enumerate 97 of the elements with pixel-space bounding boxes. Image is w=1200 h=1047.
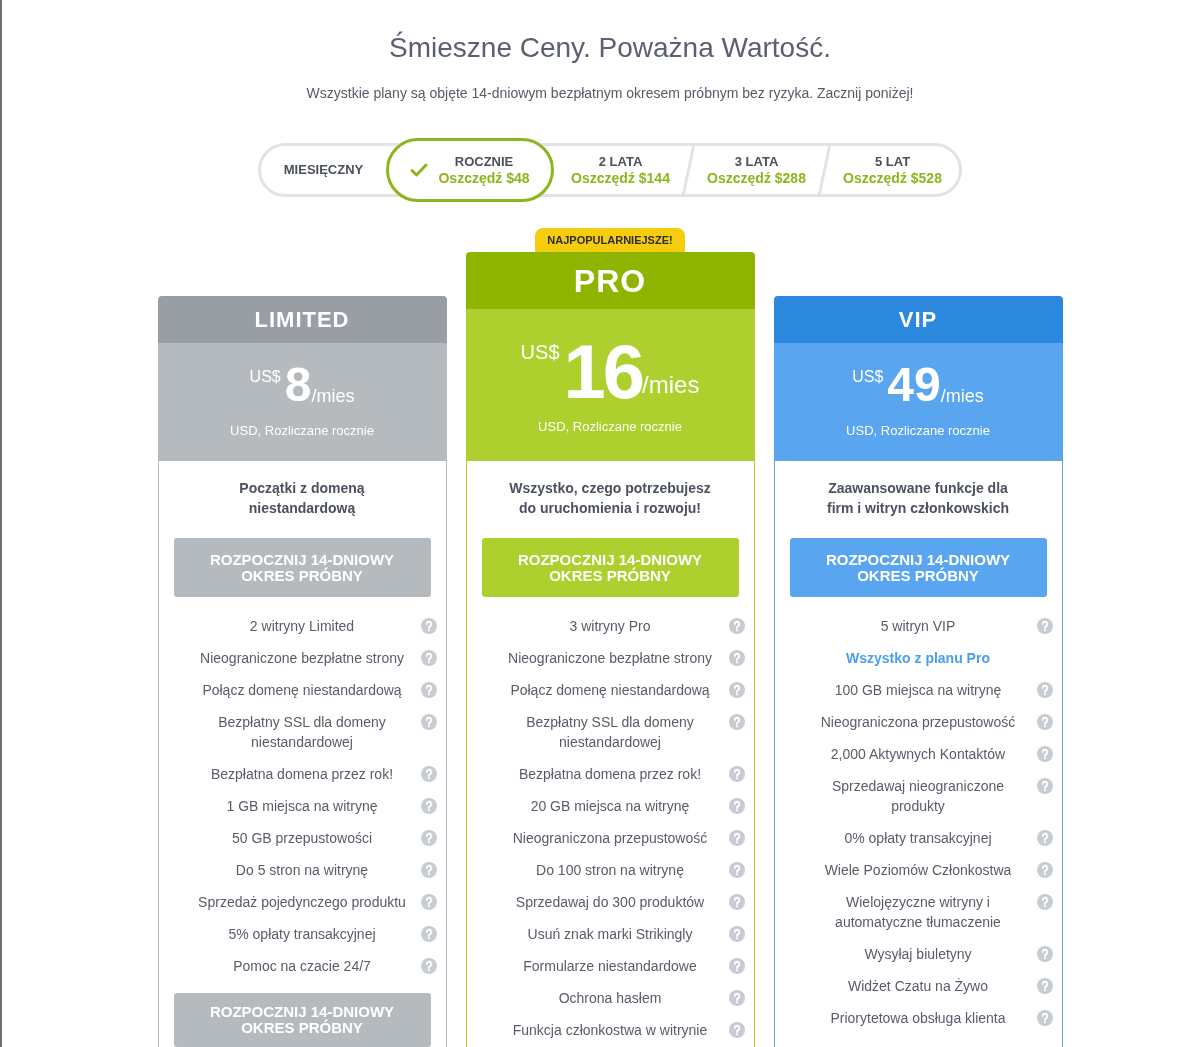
price-period: /mies (311, 386, 355, 406)
feature-text: Funkcja członkostwa w witrynie (511, 1021, 709, 1040)
feature-text: Ochrona hasłem (557, 989, 663, 1008)
feature-text: Do 5 stron na witrynę (234, 861, 370, 880)
feature-text: 100 GB miejsca na witrynę (833, 681, 1003, 700)
feature-text: Połącz domenę niestandardową (201, 681, 403, 700)
help-icon[interactable] (728, 618, 745, 634)
feature-text: Priorytetowa obsługa klienta (829, 1009, 1007, 1028)
help-icon[interactable] (728, 798, 745, 814)
plan-header: PRO (465, 252, 755, 309)
help-icon[interactable] (1036, 978, 1053, 994)
page-subtitle: Wszystkie plany są objęte 14-dniowym bezpłatnym okresem próbnym bez ryzyka. Zacznij poniżej! (306, 84, 914, 103)
help-icon[interactable] (420, 862, 437, 878)
help-icon[interactable] (420, 618, 437, 634)
check-icon (410, 163, 429, 177)
feature-text: 0% opłaty transakcyjnej (843, 829, 993, 848)
feature-text: Wysyłaj biuletyny (863, 945, 973, 964)
price-amount: 49 (887, 361, 941, 409)
help-icon[interactable] (1036, 862, 1053, 878)
help-icon[interactable] (420, 830, 437, 846)
feature-text: Do 100 stron na witrynę (535, 861, 685, 880)
help-icon[interactable] (728, 830, 745, 846)
feature-text: Wielojęzyczne witryny i automatyczne tłumaczenie (834, 893, 1002, 932)
help-icon[interactable] (728, 926, 745, 942)
feature-text: Sprzedawaj do 300 produktów (514, 893, 706, 912)
billing-note: USD, Rozliczane rocznie (846, 422, 990, 440)
help-icon[interactable] (728, 1022, 745, 1038)
feature-text: Wiele Poziomów Członkostwa (823, 861, 1013, 880)
feature-text: Bezpłatna domena przez rok! (209, 765, 395, 784)
help-icon[interactable] (420, 650, 437, 666)
help-icon[interactable] (728, 766, 745, 782)
feature-text: Usuń znak marki Strikingly (526, 925, 694, 944)
help-icon[interactable] (1036, 946, 1053, 962)
feature-text: Formularze niestandardowe (522, 957, 698, 976)
popular-badge: NAJPOPULARNIEJSZE! (535, 228, 685, 252)
help-icon[interactable] (728, 650, 745, 666)
feature-text: Widżet Czatu na Żywo (846, 977, 990, 996)
help-icon[interactable] (1036, 1010, 1053, 1026)
feature-text: 50 GB przepustowości (230, 829, 374, 848)
price-amount: 16 (563, 334, 643, 410)
plan-header: LIMITED (157, 296, 447, 343)
feature-text: Bezpłatna domena przez rok! (517, 765, 703, 784)
help-icon[interactable] (728, 862, 745, 878)
billing-note: USD, Rozliczane rocznie (230, 422, 374, 440)
page-title: Śmieszne Ceny. Poważna Wartość. (389, 30, 831, 65)
feature-text: Nieograniczone bezpłatne strony (199, 649, 405, 668)
help-icon[interactable] (1036, 714, 1053, 730)
plan-header: VIP (773, 296, 1063, 343)
currency-label: US$ (249, 367, 281, 387)
help-icon[interactable] (1036, 894, 1053, 910)
price-amount: 8 (284, 361, 312, 409)
feature-text: Sprzedaż pojedynczego produktu (197, 893, 407, 912)
currency-label: US$ (520, 340, 560, 364)
help-icon[interactable] (420, 714, 437, 730)
feature-text: 20 GB miejsca na witrynę (529, 797, 691, 816)
help-icon[interactable] (420, 926, 437, 942)
billing-option[interactable]: 2 LATA Oszczędź $144 (554, 146, 687, 194)
billing-option[interactable]: 3 LATA Oszczędź $288 (690, 146, 823, 194)
help-icon[interactable] (420, 766, 437, 782)
help-icon[interactable] (420, 798, 437, 814)
billing-option[interactable]: MIESIĘCZNY (261, 146, 386, 194)
plan-tagline: Początki z domeną niestandardową (238, 479, 366, 518)
help-icon[interactable] (420, 958, 437, 974)
help-icon[interactable] (1036, 830, 1053, 846)
help-icon[interactable] (728, 990, 745, 1006)
feature-text: Nieograniczona przepustowość (819, 713, 1017, 732)
help-icon[interactable] (728, 894, 745, 910)
feature-text: Nieograniczone bezpłatne strony (507, 649, 713, 668)
billing-option[interactable]: 5 LAT Oszczędź $528 (826, 146, 959, 194)
feature-text: 2 witryny Limited (248, 617, 356, 636)
billing-note: USD, Rozliczane rocznie (538, 418, 682, 436)
help-icon[interactable] (1036, 682, 1053, 698)
help-icon[interactable] (1036, 778, 1053, 794)
feature-text: Sprzedawaj nieograniczone produkty (831, 777, 1005, 816)
feature-text: Nieograniczona przepustowość (511, 829, 709, 848)
billing-option[interactable]: ROCZNIE Oszczędź $48 (386, 138, 554, 202)
help-icon[interactable] (420, 894, 437, 910)
price-period: /mies (940, 386, 984, 406)
feature-text: 5 witryn VIP (879, 617, 957, 636)
help-icon[interactable] (728, 714, 745, 730)
help-icon[interactable] (728, 958, 745, 974)
plan-tagline: Zaawansowane funkcje dla firm i witryn członkowskich (825, 479, 1010, 518)
plan-tagline: Wszystko, czego potrzebujesz do uruchomienia i rozwoju! (508, 479, 712, 518)
feature-text: 5% opłaty transakcyjnej (227, 925, 377, 944)
feature-text: 3 witryny Pro (568, 617, 652, 636)
help-icon[interactable] (1036, 746, 1053, 762)
feature-text: 1 GB miejsca na witrynę (225, 797, 379, 816)
feature-text: Bezpłatny SSL dla domeny niestandardowej (217, 713, 387, 752)
help-icon[interactable] (420, 682, 437, 698)
price-period: /mies (642, 371, 700, 398)
help-icon[interactable] (1036, 618, 1053, 634)
feature-text: Połącz domenę niestandardową (509, 681, 711, 700)
help-icon[interactable] (728, 682, 745, 698)
feature-text: 2,000 Aktywnych Kontaktów (829, 745, 1007, 764)
feature-text: Pomoc na czacie 24/7 (232, 957, 372, 976)
feature-text: Bezpłatny SSL dla domeny niestandardowej (525, 713, 695, 752)
currency-label: US$ (852, 367, 884, 387)
